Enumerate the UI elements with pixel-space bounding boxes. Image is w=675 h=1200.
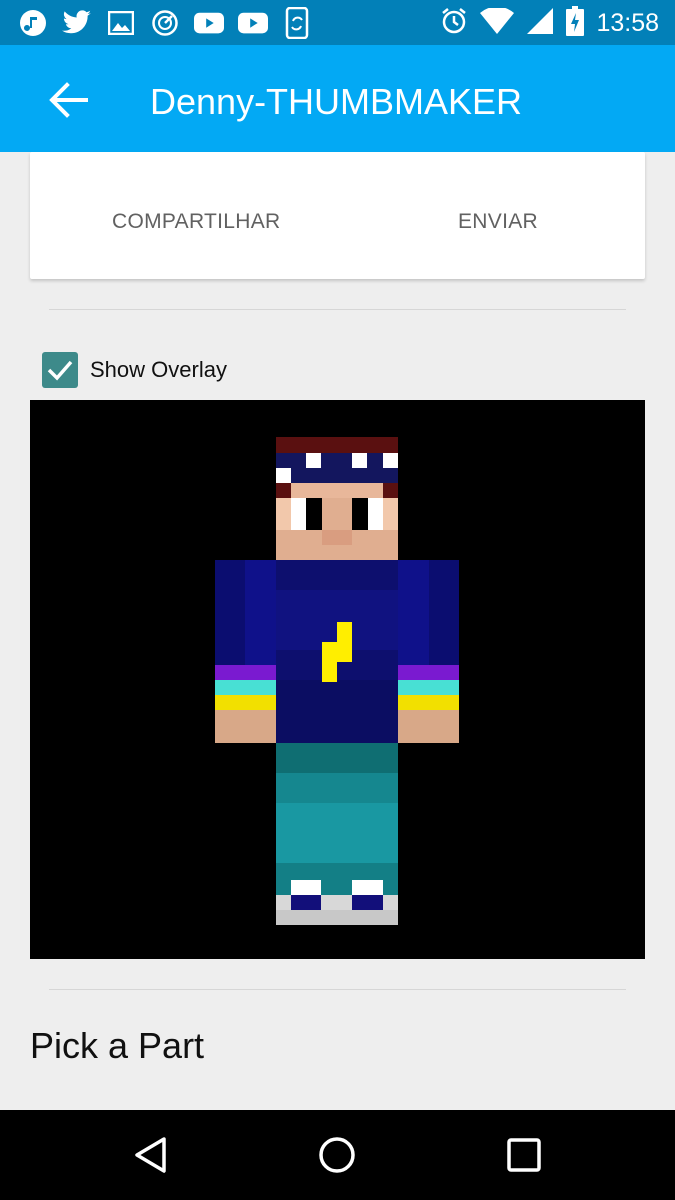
clock: 13:58 bbox=[596, 9, 659, 37]
divider bbox=[49, 309, 626, 310]
pick-part-heading: Pick a Part bbox=[30, 1025, 205, 1066]
back-triangle-icon bbox=[135, 1137, 166, 1173]
wifi-icon bbox=[480, 6, 515, 39]
speedometer-icon bbox=[150, 8, 180, 38]
show-overlay-checkbox[interactable] bbox=[42, 352, 78, 388]
youtube-icon bbox=[194, 8, 224, 38]
recents-square-icon bbox=[507, 1138, 541, 1172]
skin-preview bbox=[30, 400, 645, 959]
nav-home-button[interactable] bbox=[307, 1130, 367, 1180]
check-icon bbox=[47, 360, 73, 381]
phone-sync-icon bbox=[282, 7, 312, 39]
system-icons: 13:58 bbox=[440, 6, 659, 41]
nav-back-button[interactable] bbox=[120, 1130, 180, 1180]
back-button[interactable] bbox=[38, 70, 98, 130]
action-card: COMPARTILHAR ENVIAR bbox=[30, 152, 645, 279]
send-button[interactable]: ENVIAR bbox=[458, 210, 538, 234]
music-note-icon bbox=[18, 8, 48, 38]
nav-recents-button[interactable] bbox=[494, 1130, 554, 1180]
signal-icon bbox=[526, 7, 554, 40]
home-circle-icon bbox=[319, 1137, 355, 1173]
alarm-icon bbox=[440, 7, 468, 40]
navigation-bar bbox=[0, 1110, 675, 1200]
notification-icons bbox=[18, 7, 312, 39]
page-title: Denny-THUMBMAKER bbox=[150, 81, 523, 122]
minecraft-skin-image bbox=[215, 437, 459, 925]
share-button[interactable]: COMPARTILHAR bbox=[112, 210, 281, 234]
show-overlay-row[interactable]: Show Overlay bbox=[42, 352, 227, 388]
show-overlay-label: Show Overlay bbox=[90, 357, 227, 382]
app-bar: Denny-THUMBMAKER bbox=[0, 45, 675, 152]
image-icon bbox=[106, 8, 136, 38]
twitter-icon bbox=[62, 8, 92, 38]
battery-charging-icon bbox=[566, 6, 585, 41]
divider bbox=[49, 989, 626, 990]
arrow-back-icon bbox=[49, 82, 88, 118]
youtube-icon bbox=[238, 8, 268, 38]
status-bar: 13:58 bbox=[0, 0, 675, 45]
